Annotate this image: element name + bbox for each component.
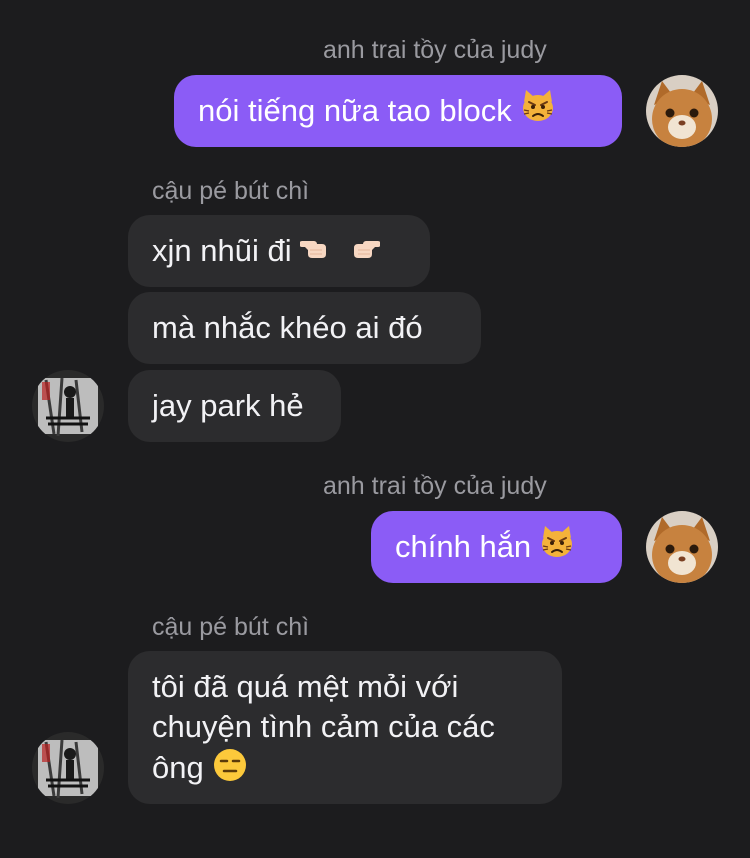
message-bubble-incoming[interactable]: tôi đã quá mệt mỏi với chuyện tình cảm c… (128, 651, 562, 804)
message-text-line: tôi đã quá mệt mỏi với (152, 669, 459, 704)
message-bubble-incoming[interactable]: jay park hẻ (128, 370, 341, 442)
avatar-other[interactable] (32, 370, 104, 442)
sender-name-me: anh trai tồy của judy (323, 472, 547, 500)
message-text-line: chuyện tình cảm của các (152, 709, 495, 744)
sender-name-other: cậu pé bút chì (152, 177, 310, 205)
message-bubble-incoming[interactable]: mà nhắc khéo ai đó (128, 292, 481, 364)
message-bubble-outgoing[interactable]: nói tiếng nữa tao block (174, 75, 622, 147)
avatar-me[interactable] (646, 511, 718, 583)
message-text: chính hắn (395, 529, 532, 564)
message-text: mà nhắc khéo ai đó (152, 310, 423, 345)
avatar-me[interactable] (646, 75, 718, 147)
avatar-other[interactable] (32, 732, 104, 804)
message-text: nói tiếng nữa tao block (198, 93, 512, 128)
pointing-hands-icon (298, 228, 381, 274)
sender-name-me: anh trai tồy của judy (323, 36, 547, 64)
message-text: jay park hẻ (152, 388, 304, 423)
pouting-cat-icon (520, 88, 556, 134)
message-bubble-incoming[interactable]: xjn nhũi đi (128, 215, 430, 287)
expressionless-face-icon (212, 747, 248, 793)
message-text: xjn nhũi đi (152, 233, 292, 268)
sender-name-other: cậu pé bút chì (152, 613, 310, 641)
pouting-cat-icon (539, 524, 575, 570)
message-bubble-outgoing[interactable]: chính hắn (371, 511, 622, 583)
message-text-line: ông (152, 747, 562, 793)
